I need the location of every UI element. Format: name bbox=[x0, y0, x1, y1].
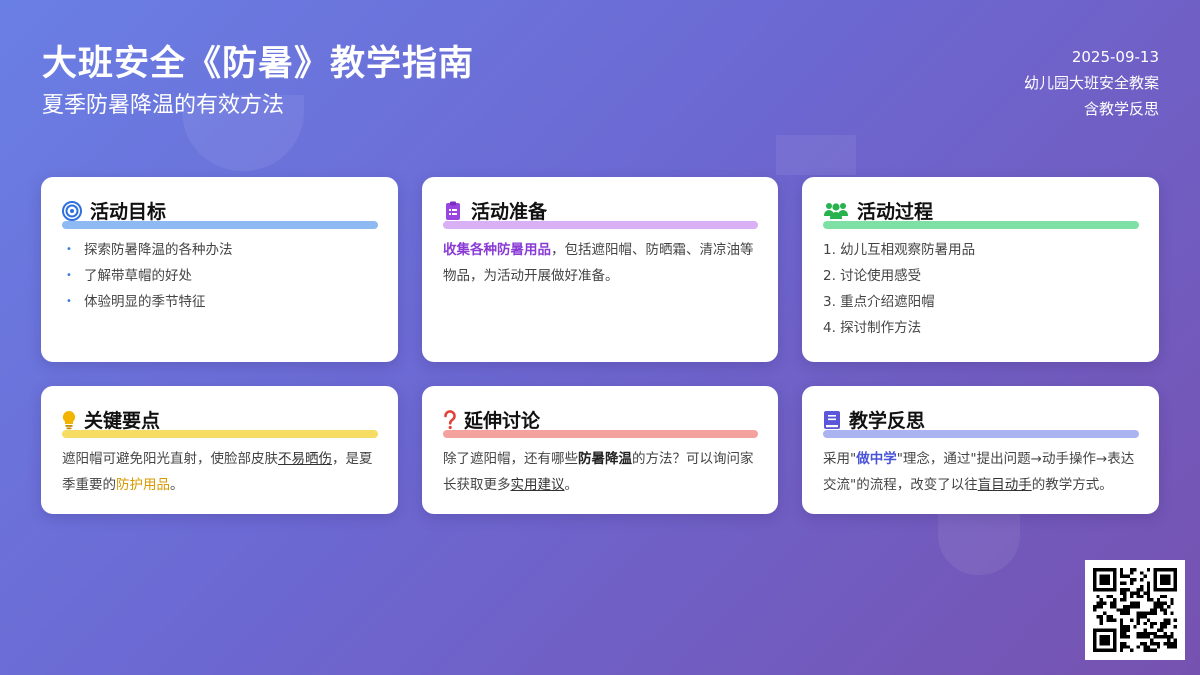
clipboard-icon bbox=[443, 201, 463, 221]
book-icon bbox=[823, 410, 841, 430]
decorative-shape bbox=[776, 135, 856, 175]
page-subtitle: 夏季防暑降温的有效方法 bbox=[42, 93, 285, 118]
highlight-text: 收集各种防暑用品 bbox=[443, 242, 551, 258]
prep-text: 收集各种防暑用品，包括遮阳帽、防晒霜、清凉油等物品，为活动开展做好准备。 bbox=[443, 237, 758, 289]
date-label: 2025-09-13 bbox=[1071, 48, 1159, 66]
meta-label: 含教学反思 bbox=[1083, 100, 1159, 118]
meta-label: 幼儿园大班安全教案 bbox=[1023, 74, 1159, 92]
header-meta: 2025-09-13 幼儿园大班安全教案 含教学反思 bbox=[1024, 44, 1159, 122]
body-text: 除了遮阳帽，还有哪些 bbox=[443, 451, 578, 467]
bold-text: 防暑降温 bbox=[578, 451, 632, 467]
list-item: 体验明显的季节特征 bbox=[62, 289, 378, 315]
question-icon bbox=[443, 410, 457, 430]
card-extended-discussion: 延伸讨论 除了遮阳帽，还有哪些防暑降温的方法？可以询问家长获取更多实用建议。 bbox=[422, 386, 778, 514]
list-item: 1. 幼儿互相观察防暑用品 bbox=[823, 242, 976, 258]
page-title: 大班安全《防暑》教学指南 bbox=[42, 44, 475, 84]
decorative-shape bbox=[938, 505, 1020, 575]
card-title: 关键要点 bbox=[84, 410, 161, 432]
users-icon bbox=[823, 201, 849, 221]
underlined-text: 盲目动手 bbox=[977, 477, 1032, 493]
card-title: 教学反思 bbox=[849, 410, 926, 432]
list-item: 探索防暑降温的各种办法 bbox=[62, 237, 378, 263]
key-text: 遮阳帽可避免阳光直射，使脸部皮肤不易晒伤，是夏季重要的防护用品。 bbox=[62, 446, 378, 498]
body-text: 。 bbox=[564, 477, 579, 493]
body-text: 的教学方式。 bbox=[1031, 477, 1113, 493]
header: 大班安全《防暑》教学指南 夏季防暑降温的有效方法 bbox=[42, 40, 474, 122]
list-item: 3. 重点介绍遮阳帽 bbox=[823, 294, 935, 310]
card-activity-goals: 活动目标 探索防暑降温的各种办法 了解带草帽的好处 体验明显的季节特征 bbox=[41, 177, 398, 362]
card-activity-prep: 活动准备 收集各种防暑用品，包括遮阳帽、防晒霜、清凉油等物品，为活动开展做好准备… bbox=[422, 177, 778, 362]
qr-code-icon[interactable] bbox=[1085, 560, 1185, 660]
card-activity-process: 活动过程 1. 幼儿互相观察防暑用品 2. 讨论使用感受 3. 重点介绍遮阳帽 … bbox=[802, 177, 1159, 362]
card-teaching-reflection: 教学反思 采用"做中学"理念，通过"提出问题→动手操作→表达交流"的流程，改变了… bbox=[802, 386, 1159, 514]
goal-list: 探索防暑降温的各种办法 了解带草帽的好处 体验明显的季节特征 bbox=[62, 237, 378, 315]
card-key-points: 关键要点 遮阳帽可避免阳光直射，使脸部皮肤不易晒伤，是夏季重要的防护用品。 bbox=[41, 386, 398, 514]
underlined-text: 不易晒伤 bbox=[278, 451, 332, 467]
process-steps: 1. 幼儿互相观察防暑用品 2. 讨论使用感受 3. 重点介绍遮阳帽 4. 探讨… bbox=[823, 237, 1139, 341]
card-title: 延伸讨论 bbox=[464, 410, 541, 432]
list-item: 了解带草帽的好处 bbox=[62, 263, 378, 289]
discuss-text: 除了遮阳帽，还有哪些防暑降温的方法？可以询问家长获取更多实用建议。 bbox=[443, 446, 758, 498]
card-title: 活动过程 bbox=[857, 201, 934, 223]
card-title: 活动准备 bbox=[471, 201, 548, 223]
highlight-text: 做中学 bbox=[856, 451, 897, 467]
card-title: 活动目标 bbox=[90, 201, 167, 223]
body-text: 采用" bbox=[823, 451, 857, 467]
list-item: 4. 探讨制作方法 bbox=[823, 320, 922, 336]
reflect-text: 采用"做中学"理念，通过"提出问题→动手操作→表达交流"的流程，改变了以往盲目动… bbox=[823, 446, 1139, 498]
body-text: 遮阳帽可避免阳光直射，使脸部皮肤 bbox=[62, 451, 278, 467]
underlined-text: 实用建议 bbox=[510, 477, 565, 493]
list-item: 2. 讨论使用感受 bbox=[823, 268, 922, 284]
highlight-text: 防护用品 bbox=[116, 477, 170, 493]
lightbulb-icon bbox=[62, 410, 76, 430]
body-text: 。 bbox=[170, 477, 184, 493]
target-icon bbox=[62, 201, 82, 221]
